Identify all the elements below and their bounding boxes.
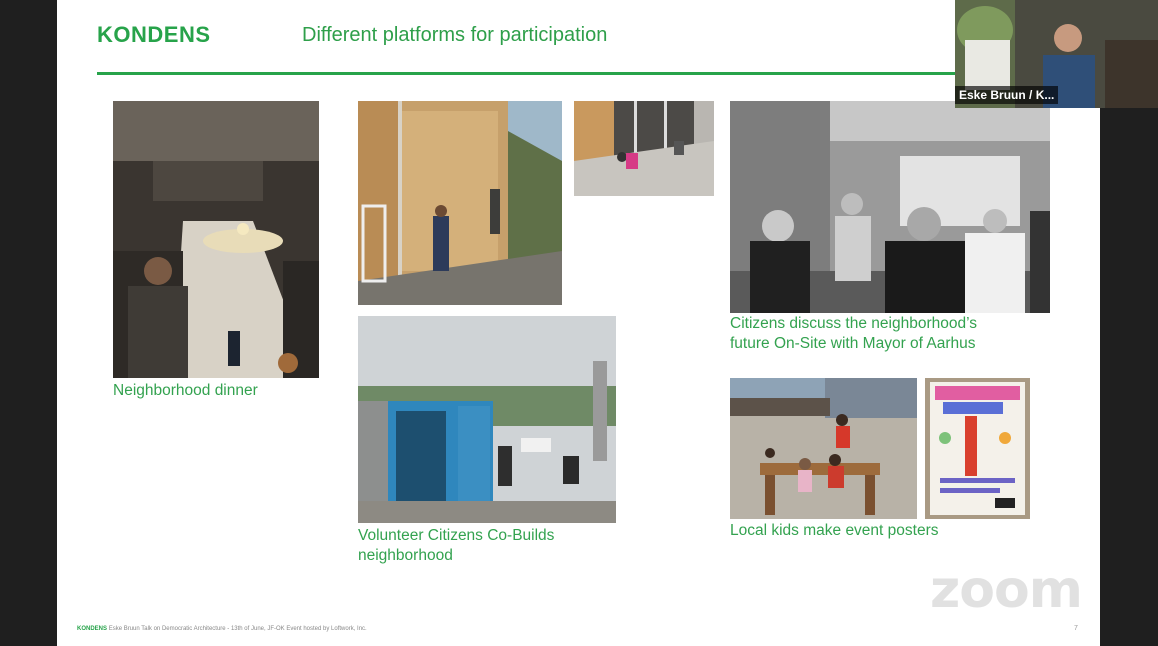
mayor-caption-line1: Citizens discuss the neighborhood’s (730, 315, 978, 332)
cobuild-photo (358, 316, 616, 523)
kids-caption: Local kids make event posters (730, 522, 939, 539)
footer-brand: KONDENS (77, 626, 108, 632)
cobuild-caption-line2: neighborhood (358, 547, 453, 564)
participant-name: Eske Bruun / K... (955, 86, 1059, 104)
wall-painting-photo (574, 101, 714, 196)
kids-table-photo (730, 378, 917, 519)
mayor-caption: Citizens discuss the neighborhood’s futu… (730, 314, 977, 354)
dinner-photo (113, 101, 319, 378)
brand-logo: KONDENS (97, 22, 211, 47)
slide-footer: KONDENS Eske Bruun Talk on Democratic Ar… (77, 626, 367, 632)
title-divider (97, 72, 957, 75)
footer-text: Eske Bruun Talk on Democratic Architectu… (108, 626, 367, 632)
right-letterbox (1100, 108, 1158, 646)
dinner-caption: Neighborhood dinner (113, 382, 258, 399)
slide: KONDENS Different platforms for particip… (57, 0, 1100, 646)
mayor-caption-line2: future On-Site with Mayor of Aarhus (730, 335, 976, 352)
page-number: 7 (1074, 625, 1078, 632)
mayor-discussion-photo (730, 101, 1050, 313)
zoom-watermark: zoom (930, 560, 1083, 620)
construction-photo (358, 101, 562, 305)
cobuild-caption: Volunteer Citizens Co-Builds neighborhoo… (358, 526, 554, 566)
cobuild-caption-line1: Volunteer Citizens Co-Builds (358, 527, 555, 544)
slide-title: Different platforms for participation (302, 24, 608, 46)
participant-video-tile[interactable]: Eske Bruun / K... (955, 0, 1158, 108)
event-poster-photo (925, 378, 1030, 519)
